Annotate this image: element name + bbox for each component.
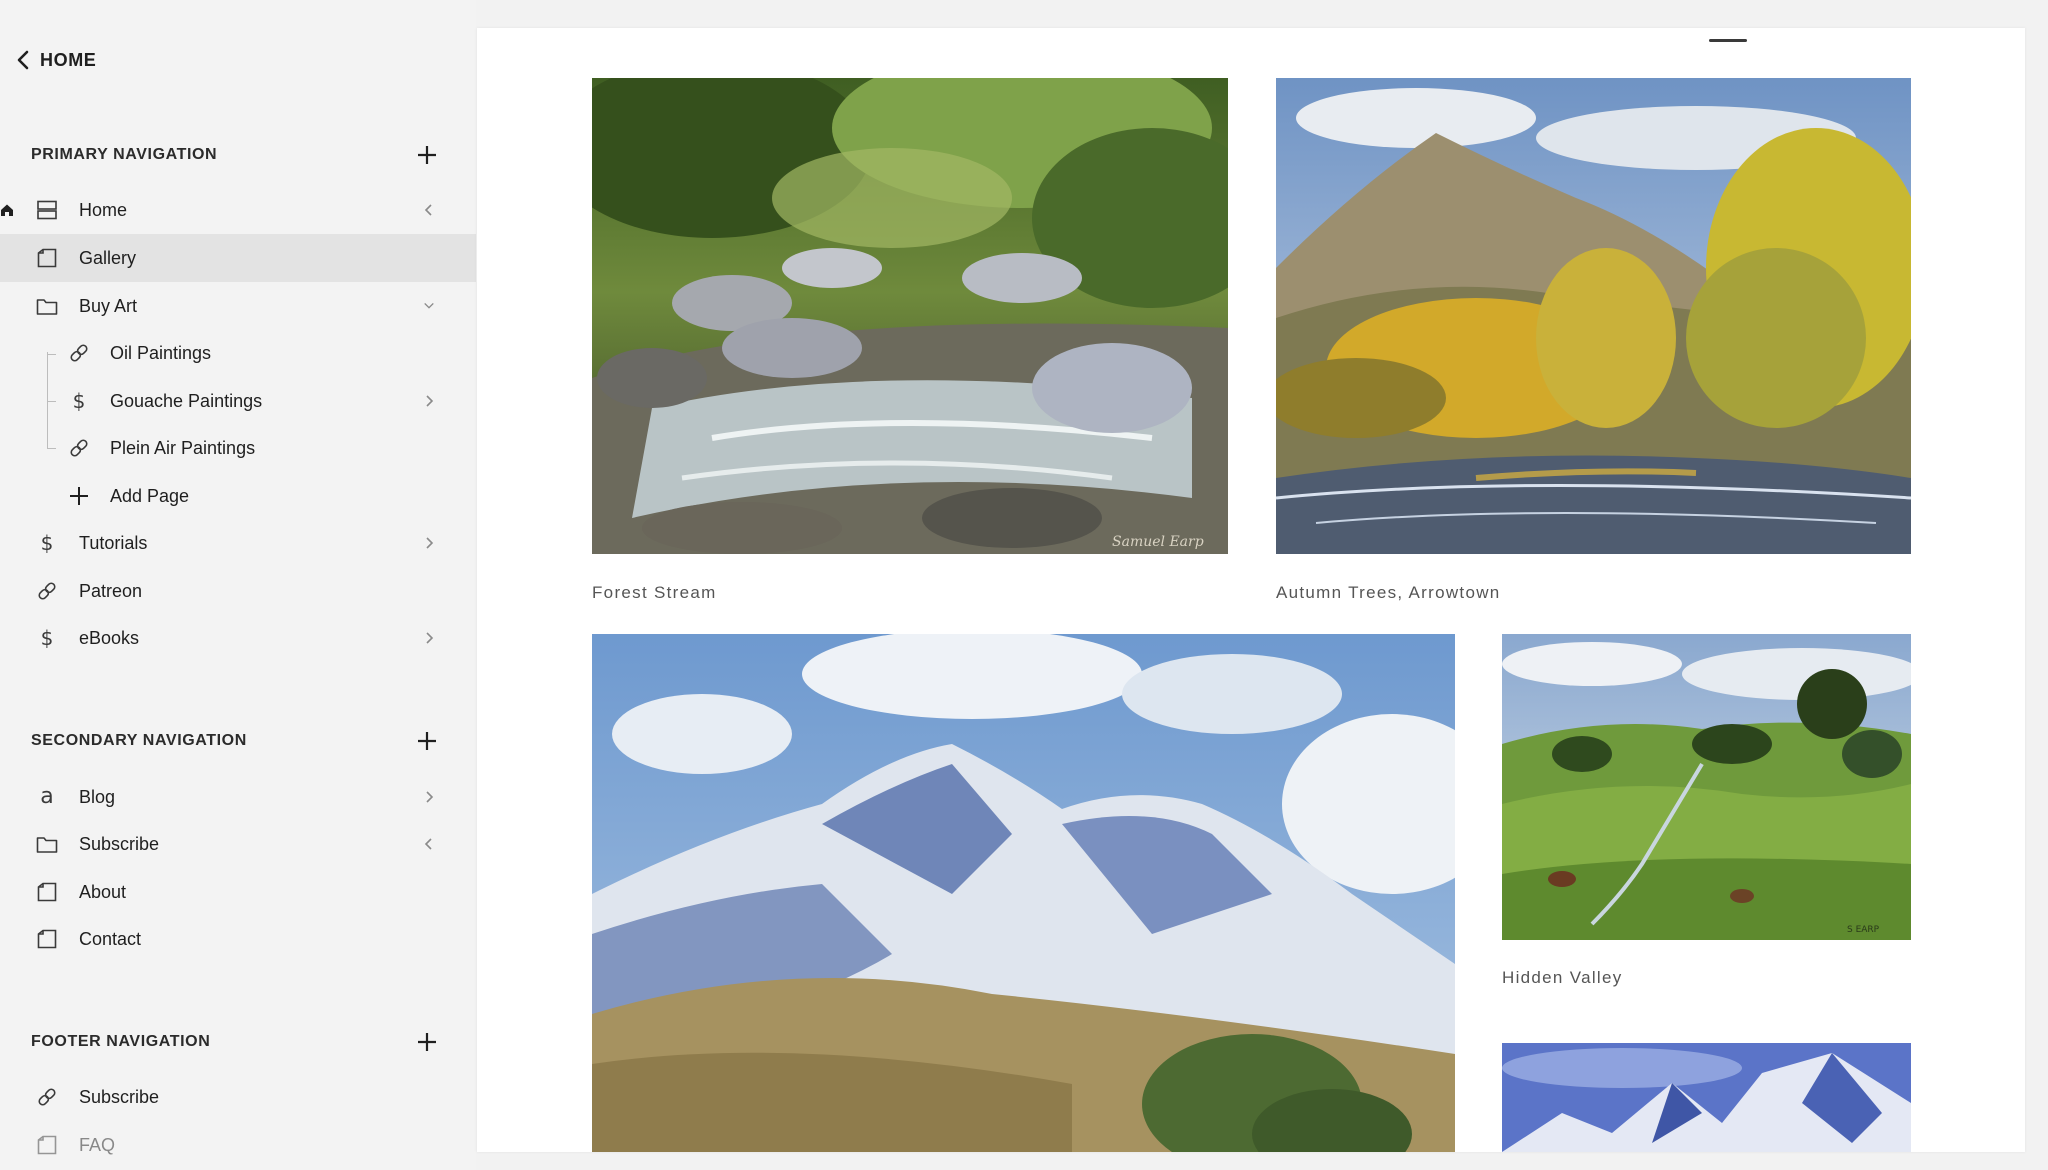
nav-item-footer-subscribe-label: Subscribe <box>79 1086 160 1107</box>
plus-icon <box>67 484 91 508</box>
nav-item-subscribe-label: Subscribe <box>79 833 160 854</box>
nav-item-oil-paintings[interactable]: Oil Paintings <box>0 329 476 377</box>
nav-item-tutorials[interactable]: $ Tutorials <box>0 519 476 567</box>
sidebar: HOME PRIMARY NAVIGATION Home Gallery Buy… <box>0 0 476 1170</box>
footer-navigation-header: FOOTER NAVIGATION <box>31 1025 441 1059</box>
dollar-icon: $ <box>40 531 54 555</box>
dollar-icon: $ <box>40 626 54 650</box>
chevron-right-icon[interactable] <box>418 786 440 808</box>
page-icon <box>35 927 59 951</box>
add-primary-nav-button[interactable] <box>413 141 441 169</box>
link-icon <box>35 579 59 603</box>
footer-navigation-title: FOOTER NAVIGATION <box>31 1033 211 1050</box>
primary-navigation-header: PRIMARY NAVIGATION <box>31 138 441 172</box>
add-page-button[interactable]: Add Page <box>0 472 476 520</box>
nav-item-gouache-paintings[interactable]: $ Gouache Paintings <box>0 377 476 425</box>
drag-handle[interactable] <box>1709 39 1747 42</box>
gallery-image-hidden-valley[interactable]: S EARP <box>1502 634 1911 940</box>
chevron-right-icon[interactable] <box>418 532 440 554</box>
nav-item-patreon-label: Patreon <box>79 580 143 601</box>
page-icon <box>35 880 59 904</box>
folder-icon <box>35 832 59 856</box>
link-icon <box>67 436 91 460</box>
nav-item-ebooks[interactable]: $ eBooks <box>0 614 476 662</box>
nav-item-footer-subscribe[interactable]: Subscribe <box>0 1073 476 1121</box>
secondary-navigation-title: SECONDARY NAVIGATION <box>31 732 247 749</box>
chevron-left-icon[interactable] <box>418 833 440 855</box>
hidden-valley-signature: S EARP <box>1847 925 1880 935</box>
gallery-image-autumn-trees[interactable] <box>1276 78 1911 554</box>
nav-item-oil-paintings-label: Oil Paintings <box>110 342 212 363</box>
nav-item-home-label: Home <box>79 199 128 220</box>
nav-item-ebooks-label: eBooks <box>79 627 140 648</box>
secondary-navigation-header: SECONDARY NAVIGATION <box>31 724 441 758</box>
gallery-image-mountains[interactable] <box>592 634 1455 1152</box>
site-preview: Samuel Earp Forest Stream Autumn Trees, … <box>477 28 2025 1152</box>
plus-icon <box>418 1033 436 1051</box>
nav-item-home[interactable]: Home <box>0 186 476 234</box>
link-icon <box>67 341 91 365</box>
homepage-icon <box>1 204 13 216</box>
caption-autumn-trees: Autumn Trees, Arrowtown <box>1276 583 1501 602</box>
nav-item-plein-air-paintings[interactable]: Plein Air Paintings <box>0 424 476 472</box>
caption-forest-stream: Forest Stream <box>592 583 717 602</box>
nav-item-faq[interactable]: FAQ <box>0 1121 476 1169</box>
nav-item-patreon[interactable]: Patreon <box>0 567 476 615</box>
nav-item-plein-air-paintings-label: Plein Air Paintings <box>110 437 256 458</box>
forest-stream-signature: Samuel Earp <box>1112 534 1204 550</box>
page-icon <box>35 246 59 270</box>
back-home-link[interactable]: HOME <box>14 46 96 74</box>
index-icon <box>35 198 59 222</box>
gallery-image-snowy-peaks[interactable] <box>1502 1043 1911 1152</box>
add-footer-nav-button[interactable] <box>413 1028 441 1056</box>
back-home-label: HOME <box>40 49 97 70</box>
nav-item-about[interactable]: About <box>0 868 476 916</box>
nav-item-blog-label: Blog <box>79 786 116 807</box>
nav-item-subscribe[interactable]: Subscribe <box>0 820 476 868</box>
nav-item-contact-label: Contact <box>79 928 142 949</box>
plus-icon <box>418 732 436 750</box>
dollar-icon: $ <box>72 389 86 413</box>
nav-item-buy-art[interactable]: Buy Art <box>0 282 476 330</box>
plus-icon <box>418 146 436 164</box>
nav-item-buy-art-label: Buy Art <box>79 295 138 316</box>
page-icon <box>35 1133 59 1157</box>
chevron-left-icon[interactable] <box>418 199 440 221</box>
nav-item-gallery-label: Gallery <box>79 247 137 268</box>
chevron-left-icon <box>17 50 29 70</box>
nav-item-gouache-paintings-label: Gouache Paintings <box>110 390 263 411</box>
chevron-right-icon[interactable] <box>418 390 440 412</box>
chevron-right-icon[interactable] <box>418 627 440 649</box>
caption-hidden-valley: Hidden Valley <box>1502 968 1623 987</box>
nav-item-gallery[interactable]: Gallery <box>0 234 476 282</box>
primary-navigation-title: PRIMARY NAVIGATION <box>31 146 218 163</box>
add-secondary-nav-button[interactable] <box>413 727 441 755</box>
nav-item-contact[interactable]: Contact <box>0 915 476 963</box>
gallery-image-forest-stream[interactable]: Samuel Earp <box>592 78 1228 554</box>
nav-item-faq-label: FAQ <box>79 1134 116 1155</box>
folder-icon <box>35 294 59 318</box>
chevron-down-icon[interactable] <box>418 295 440 317</box>
nav-item-tutorials-label: Tutorials <box>79 532 148 553</box>
nav-item-blog[interactable]: a Blog <box>0 773 476 821</box>
add-page-label: Add Page <box>110 485 190 506</box>
link-icon <box>35 1085 59 1109</box>
blog-icon: a <box>40 784 54 809</box>
nav-item-about-label: About <box>79 881 127 902</box>
